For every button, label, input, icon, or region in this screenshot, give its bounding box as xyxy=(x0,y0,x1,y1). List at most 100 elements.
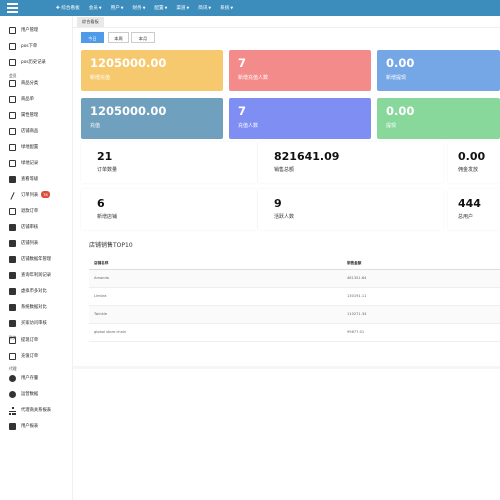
card-value: 0.00 xyxy=(458,150,486,163)
sidebar-item[interactable]: 店铺数据年管理 xyxy=(0,253,73,265)
sidebar-item[interactable]: 用户管理 xyxy=(0,24,73,36)
top-nav-label: 财务 xyxy=(132,6,142,11)
top-nav-item[interactable]: ✚ 综合看板 xyxy=(56,5,80,11)
period-button[interactable]: 今日 xyxy=(81,32,104,43)
card-label: 活跃人数 xyxy=(274,214,295,220)
sidebar-item[interactable]: 系统数据对比 xyxy=(0,301,73,313)
period-button[interactable]: 本周 xyxy=(108,32,129,43)
summary-card: 21 订单数量 xyxy=(81,142,257,183)
sidebar-item[interactable]: 用户报表 xyxy=(0,420,73,432)
stat-tile: 1205000.00 新增充值 xyxy=(81,50,223,91)
sidebar-item[interactable]: 属性管理 xyxy=(0,109,73,121)
stat-value: 7 xyxy=(238,104,247,118)
pie-icon xyxy=(9,390,16,398)
sidebar-item-label: 店铺数据年管理 xyxy=(21,257,52,262)
sidebar-item[interactable]: 订单列表 76 xyxy=(0,189,73,201)
book-icon xyxy=(9,42,16,50)
count-badge: 76 xyxy=(41,191,50,198)
sidebar-item-label: 查看等级 xyxy=(21,177,39,182)
sidebar-item[interactable]: 店铺列表 xyxy=(0,237,73,249)
sidebar-item[interactable]: 查询年利润记录 xyxy=(0,269,73,281)
sidebar-item-label: 用户报表 xyxy=(21,424,39,429)
sidebar-item[interactable]: 查看等级 xyxy=(0,173,73,185)
sidebar-item[interactable]: 运营数据 xyxy=(0,388,73,400)
sidebar-item-label: 代理商关系报表 xyxy=(21,408,52,413)
top-nav-item[interactable]: 配置▼ xyxy=(154,5,167,11)
store-name-cell: Amanda xyxy=(94,276,109,280)
summary-card: 6 新增店铺 xyxy=(81,189,257,230)
summary-card: 0.00 佣金发放 xyxy=(448,142,500,183)
sidebar-item-label: 用户存量 xyxy=(21,376,39,381)
sidebar-item[interactable]: 商品单 xyxy=(0,93,73,105)
sidebar-item[interactable]: 退款订单 xyxy=(0,205,73,217)
sidebar-item[interactable]: 用户存量 xyxy=(0,372,73,384)
sidebar-item-label: 绿地记录 xyxy=(21,161,39,166)
top-nav-item[interactable]: 财务▼ xyxy=(133,5,146,11)
top-nav-item[interactable]: 简讯▼ xyxy=(198,5,211,11)
top-nav-label: 配置 xyxy=(154,6,164,11)
caret-down-icon: ▼ xyxy=(186,6,190,10)
sidebar-item[interactable]: 店铺商品 xyxy=(0,125,73,137)
caret-down-icon: ▼ xyxy=(98,6,102,10)
top-nav-label: 用户 xyxy=(110,6,120,11)
top-nav-item[interactable]: 系统▼ xyxy=(220,5,233,11)
store-name-cell: Twinkle xyxy=(94,312,108,316)
table-header: 店铺名称 销售金额 xyxy=(89,256,500,270)
tab-dashboard[interactable]: 综合看板 xyxy=(77,17,104,27)
sidebar-item[interactable]: 商品分类 xyxy=(0,77,73,89)
sidebar-item-label: 属性管理 xyxy=(21,113,39,118)
sales-amount-cell: 481351.64 xyxy=(347,276,367,280)
stat-value: 1205000.00 xyxy=(90,56,167,70)
sidebar-item-label: 绿地配置 xyxy=(21,145,39,150)
stat-tile: 1205000.00 充值 xyxy=(81,98,223,139)
caret-down-icon: ▼ xyxy=(164,6,168,10)
sidebar-item[interactable]: 提现订单 xyxy=(0,334,73,346)
sidebar-item-label: 订单列表 xyxy=(21,193,39,198)
sidebar-item[interactable]: pos下单 xyxy=(0,40,73,52)
list-icon xyxy=(9,271,16,279)
sidebar-item-label: 商品单 xyxy=(21,97,34,102)
sidebar-item[interactable]: 绿地配置 xyxy=(0,141,73,153)
pie-icon xyxy=(9,374,16,382)
stat-label: 新增充值 xyxy=(90,75,111,81)
top-nav-item[interactable]: 渠道▼ xyxy=(176,5,189,11)
store-name-cell: global store chain xyxy=(94,330,127,334)
stat-value: 0.00 xyxy=(386,104,415,118)
book-icon xyxy=(9,127,16,135)
sidebar-item[interactable]: 虚拟币多对比 xyxy=(0,285,73,297)
sidebar-item[interactable]: 代理商关系报表 xyxy=(0,404,73,416)
sidebar-item-label: 系统数据对比 xyxy=(21,305,47,310)
stat-tile: 0.00 新增提现 xyxy=(377,50,500,91)
list-icon xyxy=(9,319,16,327)
stat-label: 充值人数 xyxy=(238,123,259,129)
card-value: 444 xyxy=(458,197,481,210)
stat-label: 提现 xyxy=(386,123,397,129)
sidebar-item[interactable]: 充值订单 xyxy=(0,350,73,362)
stat-tile: 7 充值人数 xyxy=(229,98,371,139)
caret-down-icon: ▼ xyxy=(120,6,124,10)
top-nav-item[interactable]: 会员▼ xyxy=(89,5,102,11)
card-value: 21 xyxy=(97,150,113,163)
book-icon xyxy=(9,143,16,151)
card-label: 新增店铺 xyxy=(97,214,118,220)
sidebar-item-label: 充值订单 xyxy=(21,354,39,359)
column-header-store: 店铺名称 xyxy=(94,261,109,265)
card-value: 6 xyxy=(97,197,105,210)
sidebar-item-label: 用户管理 xyxy=(21,28,39,33)
card-value: 821641.09 xyxy=(274,150,340,163)
sidebar-item[interactable]: 买家访问审核 xyxy=(0,317,73,329)
menu-toggle-icon[interactable] xyxy=(7,3,18,13)
sidebar-item-label: pos历史记录 xyxy=(21,60,46,65)
sales-amount-cell: 130191.11 xyxy=(347,294,367,298)
book-icon xyxy=(9,95,16,103)
sidebar-item[interactable]: 店铺审核 xyxy=(0,221,73,233)
top-nav-item[interactable]: 用户▼ xyxy=(111,5,124,11)
sidebar-item-label: pos下单 xyxy=(21,44,38,49)
caret-down-icon: ▼ xyxy=(142,6,146,10)
sidebar-item[interactable]: 绿地记录 xyxy=(0,157,73,169)
book-icon xyxy=(9,111,16,119)
period-button[interactable]: 本月 xyxy=(131,32,155,43)
stat-value: 0.00 xyxy=(386,56,415,70)
caret-down-icon: ▼ xyxy=(230,6,234,10)
sidebar-item[interactable]: pos历史记录 xyxy=(0,56,73,68)
